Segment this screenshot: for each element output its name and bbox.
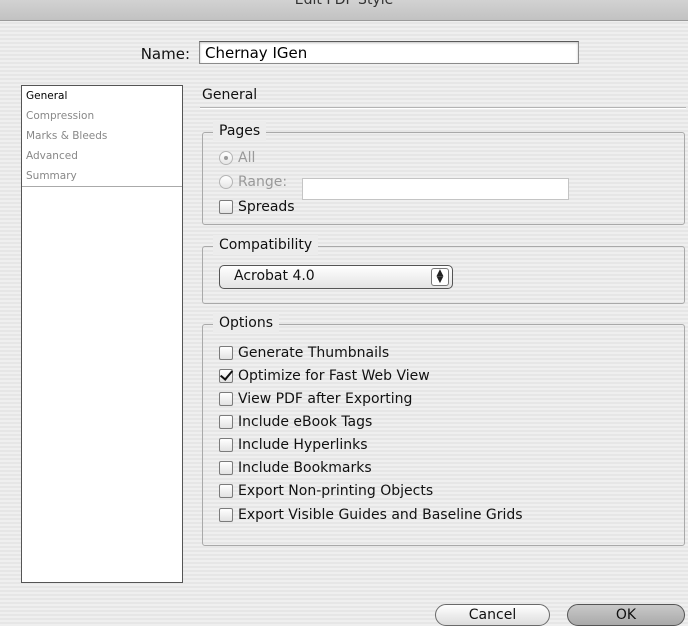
window-title: Edit PDF Style — [294, 0, 394, 8]
include-ebook-tags-checkbox[interactable] — [219, 415, 233, 429]
compatibility-group-title: Compatibility — [213, 235, 319, 255]
name-label: Name: — [140, 45, 190, 63]
option-label: Export Non-printing Objects — [238, 483, 434, 499]
option-label: Include eBook Tags — [238, 414, 373, 430]
spreads-option[interactable]: Spreads — [219, 197, 295, 217]
option-label: Include Hyperlinks — [238, 437, 368, 453]
pages-all-option[interactable]: All — [219, 148, 255, 168]
option-label: Include Bookmarks — [238, 460, 372, 476]
all-label: All — [238, 150, 256, 166]
sidebar-item-compression[interactable]: Compression — [22, 106, 182, 126]
optimize-fast-web-view-checkbox[interactable] — [219, 369, 233, 383]
options-group: Options Generate Thumbnails Optimize for… — [202, 313, 685, 546]
sidebar-item-general[interactable]: General — [22, 86, 182, 106]
option-export-visible-guides[interactable]: Export Visible Guides and Baseline Grids — [219, 505, 523, 525]
title-bar: Edit PDF Style — [0, 0, 688, 21]
range-input[interactable] — [302, 178, 569, 200]
export-non-printing-objects-checkbox[interactable] — [219, 484, 233, 498]
range-label: Range: — [238, 174, 288, 190]
ok-button[interactable]: OK — [567, 604, 685, 626]
cancel-button[interactable]: Cancel — [435, 604, 550, 626]
option-view-pdf-after-exporting[interactable]: View PDF after Exporting — [219, 389, 412, 409]
option-label: Generate Thumbnails — [238, 345, 390, 361]
sidebar-item-summary[interactable]: Summary — [22, 166, 182, 186]
include-bookmarks-checkbox[interactable] — [219, 461, 233, 475]
option-include-bookmarks[interactable]: Include Bookmarks — [219, 458, 372, 478]
option-include-hyperlinks[interactable]: Include Hyperlinks — [219, 435, 368, 455]
up-down-arrows-icon: ▲ ▼ — [431, 268, 449, 286]
compatibility-selected-value: Acrobat 4.0 — [234, 268, 315, 284]
spreads-label: Spreads — [238, 199, 295, 215]
option-label: Export Visible Guides and Baseline Grids — [238, 507, 523, 523]
export-visible-guides-checkbox[interactable] — [219, 508, 233, 522]
view-pdf-after-exporting-checkbox[interactable] — [219, 392, 233, 406]
options-group-title: Options — [213, 313, 280, 333]
sidebar-item-marks-bleeds[interactable]: Marks & Bleeds — [22, 126, 182, 146]
section-divider — [200, 107, 686, 109]
all-radio[interactable] — [219, 151, 233, 165]
pages-group: Pages All Range: Spreads — [202, 121, 685, 225]
option-label: Optimize for Fast Web View — [238, 368, 430, 384]
option-generate-thumbnails[interactable]: Generate Thumbnails — [219, 343, 389, 363]
section-title: General — [202, 87, 258, 103]
sidebar-item-advanced[interactable]: Advanced — [22, 146, 182, 166]
spreads-checkbox[interactable] — [219, 200, 233, 214]
option-export-non-printing-objects[interactable]: Export Non-printing Objects — [219, 481, 433, 501]
option-label: View PDF after Exporting — [238, 391, 413, 407]
option-include-ebook-tags[interactable]: Include eBook Tags — [219, 412, 372, 432]
include-hyperlinks-checkbox[interactable] — [219, 438, 233, 452]
compatibility-select[interactable]: Acrobat 4.0 ▲ ▼ — [219, 265, 453, 289]
generate-thumbnails-checkbox[interactable] — [219, 346, 233, 360]
pages-range-option[interactable]: Range: — [219, 172, 287, 192]
settings-category-list: General Compression Marks & Bleeds Advan… — [21, 85, 183, 583]
pages-group-title: Pages — [213, 121, 267, 141]
option-optimize-fast-web-view[interactable]: Optimize for Fast Web View — [219, 366, 430, 386]
name-input[interactable] — [199, 41, 579, 64]
range-radio[interactable] — [219, 175, 233, 189]
compatibility-group: Compatibility Acrobat 4.0 ▲ ▼ — [202, 235, 685, 304]
